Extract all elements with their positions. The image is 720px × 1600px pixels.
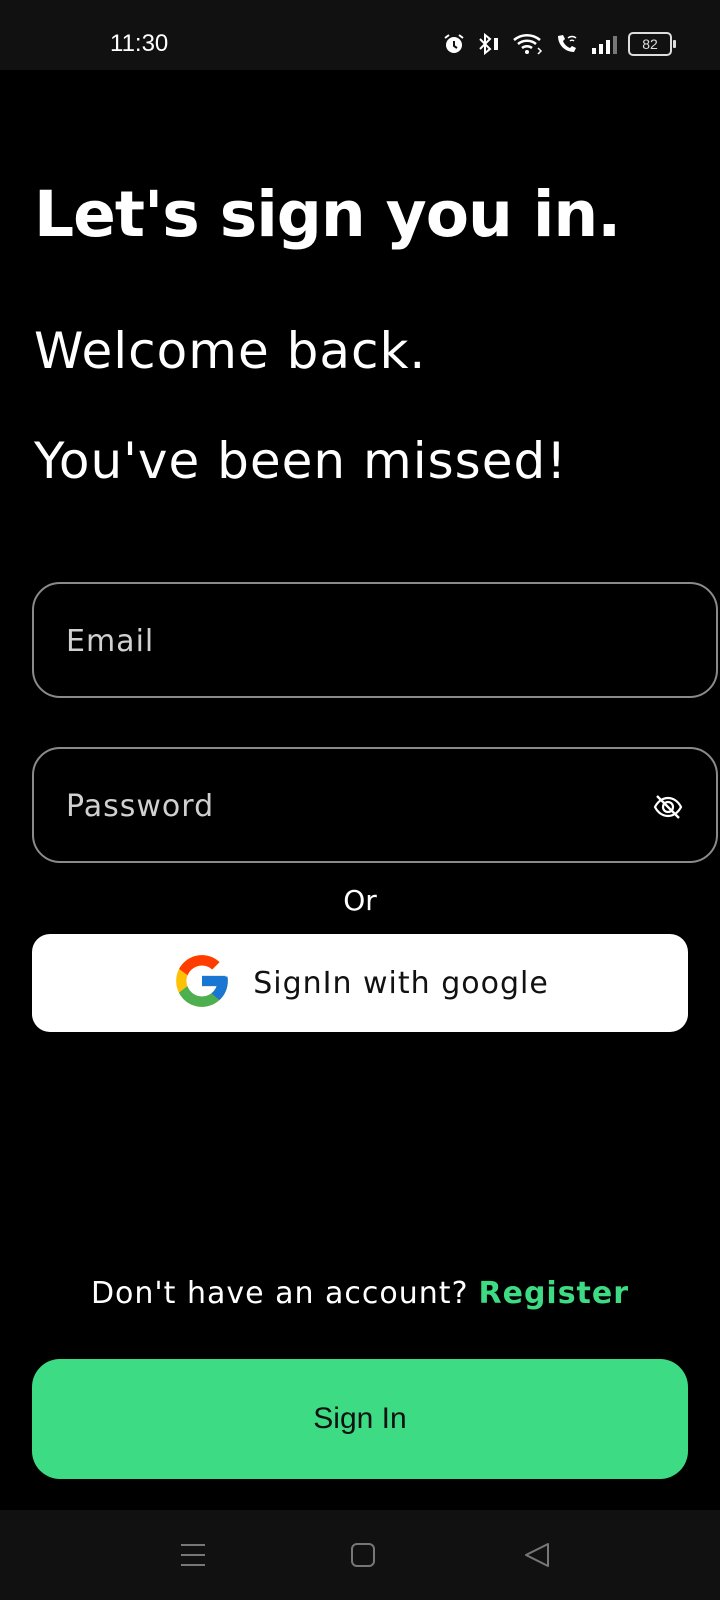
sign-in-label: Sign In: [313, 1402, 407, 1435]
eye-off-icon[interactable]: [652, 791, 684, 823]
password-field[interactable]: [32, 747, 718, 863]
status-bar: 11:30 82: [0, 0, 720, 70]
home-icon[interactable]: [348, 1540, 378, 1570]
alarm-icon: [442, 32, 466, 56]
bluetooth-icon: [476, 32, 502, 56]
signal-icon: [590, 33, 618, 55]
missed-text: You've been missed!: [34, 432, 568, 490]
back-icon[interactable]: [522, 1540, 552, 1570]
navigation-bar: [0, 1510, 720, 1600]
battery-icon: 82: [628, 32, 676, 56]
or-divider: Or: [343, 884, 377, 917]
register-prompt: Don't have an account?: [90, 1276, 469, 1311]
google-signin-label: SignIn with google: [253, 965, 549, 1001]
wifi-calling-icon: [554, 32, 580, 56]
google-logo-icon: [171, 950, 233, 1016]
register-link[interactable]: Register: [479, 1276, 630, 1311]
wifi-icon: [512, 32, 544, 56]
menu-icon[interactable]: [178, 1540, 208, 1570]
status-icons: 82: [442, 32, 676, 56]
sign-in-screen: 11:30 82 Let's sign you in. Welcome back…: [0, 0, 720, 1600]
status-time: 11:30: [110, 30, 169, 57]
welcome-text: Welcome back.: [34, 322, 427, 380]
google-signin-button[interactable]: SignIn with google: [32, 934, 688, 1032]
email-field[interactable]: [32, 582, 718, 698]
page-title: Let's sign you in.: [34, 178, 621, 251]
sign-in-button[interactable]: Sign In: [32, 1359, 688, 1479]
register-row: Don't have an account? Register: [0, 1276, 720, 1311]
email-input[interactable]: [64, 584, 628, 698]
password-input[interactable]: [64, 749, 628, 863]
